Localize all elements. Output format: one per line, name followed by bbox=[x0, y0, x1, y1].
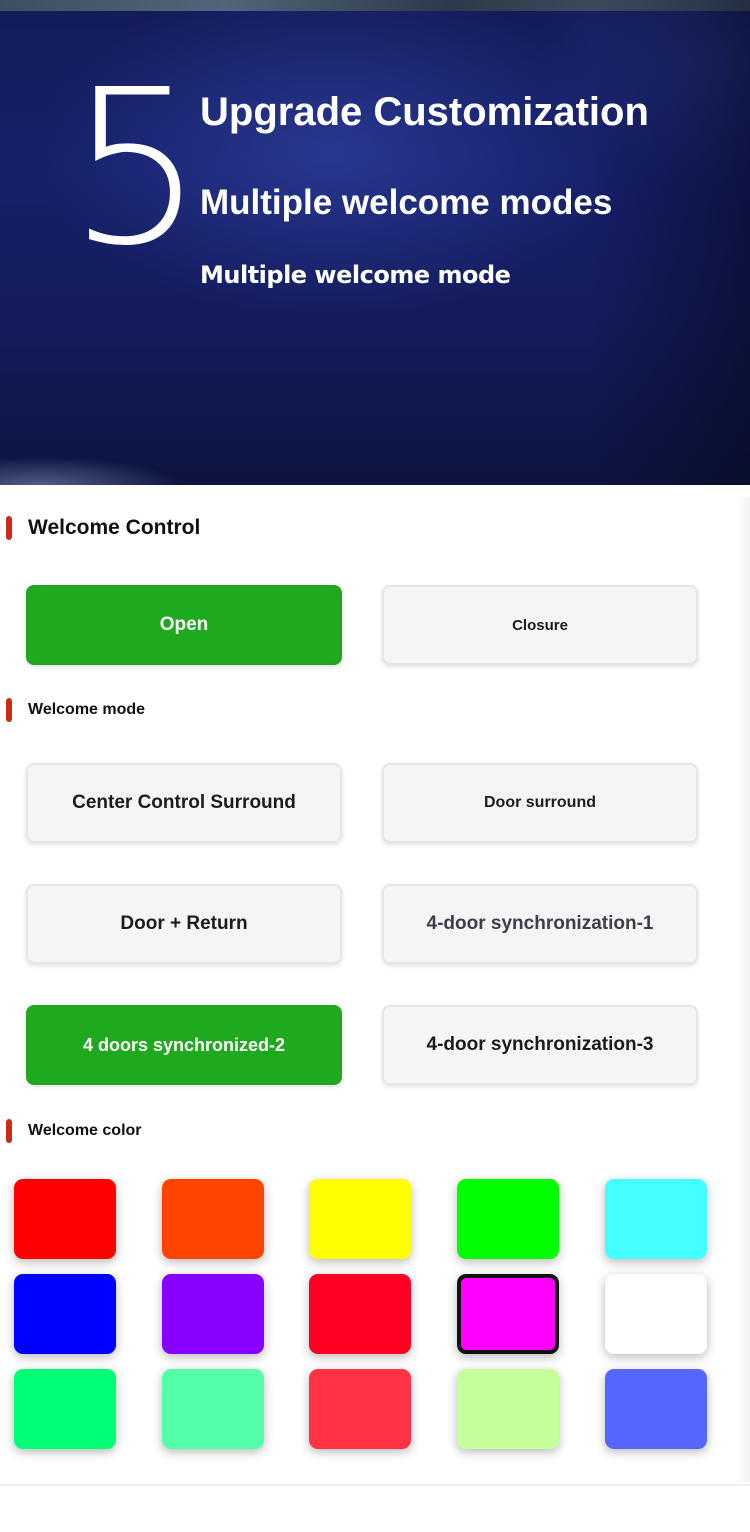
closure-button[interactable]: Closure bbox=[382, 585, 698, 665]
welcome-color-title: Welcome color bbox=[28, 1122, 142, 1139]
color-swatch[interactable] bbox=[162, 1369, 264, 1449]
color-swatch[interactable] bbox=[457, 1179, 559, 1259]
open-button[interactable]: Open bbox=[26, 585, 342, 665]
panel-edge bbox=[736, 497, 750, 1482]
closure-button-label: Closure bbox=[512, 616, 568, 634]
mode-button-label: Center Control Surround bbox=[72, 792, 296, 813]
divider bbox=[0, 1484, 750, 1486]
hero-title: Upgrade Customization bbox=[200, 90, 649, 134]
hero-number: 5 bbox=[68, 44, 204, 293]
section-marker bbox=[6, 1119, 12, 1143]
mode-button-label: Door surround bbox=[484, 794, 596, 811]
welcome-mode-header: Welcome mode bbox=[6, 697, 145, 723]
color-swatch[interactable] bbox=[309, 1179, 411, 1259]
mode-center-control-surround-button[interactable]: Center Control Surround bbox=[26, 763, 342, 843]
color-swatch[interactable] bbox=[162, 1274, 264, 1354]
welcome-color-header: Welcome color bbox=[6, 1118, 142, 1144]
color-swatch[interactable] bbox=[14, 1274, 116, 1354]
mode-door-return-button[interactable]: Door + Return bbox=[26, 884, 342, 964]
mode-button-label: 4-door synchronization-3 bbox=[426, 1034, 654, 1055]
section-marker bbox=[6, 516, 12, 540]
hero-subtitle-secondary: Multiple welcome mode bbox=[200, 261, 511, 289]
hero-subtitle: Multiple welcome modes bbox=[200, 183, 613, 222]
welcome-mode-title: Welcome mode bbox=[28, 701, 146, 718]
mode-door-surround-button[interactable]: Door surround bbox=[382, 763, 698, 843]
mode-button-label: Door + Return bbox=[120, 913, 248, 934]
color-swatch[interactable] bbox=[605, 1274, 707, 1354]
mode-4-door-sync-1-button[interactable]: 4-door synchronization-1 bbox=[382, 884, 698, 964]
welcome-control-title: Welcome Control bbox=[28, 516, 201, 539]
hero-banner: 5 Upgrade Customization Multiple welcome… bbox=[0, 0, 750, 485]
color-swatch[interactable] bbox=[162, 1179, 264, 1259]
mode-4-doors-sync-2-button[interactable]: 4 doors synchronized-2 bbox=[26, 1005, 342, 1085]
color-swatch[interactable] bbox=[14, 1369, 116, 1449]
mode-button-label: 4-door synchronization-1 bbox=[426, 913, 654, 934]
mode-4-door-sync-3-button[interactable]: 4-door synchronization-3 bbox=[382, 1005, 698, 1085]
open-button-label: Open bbox=[159, 614, 209, 635]
color-swatch[interactable] bbox=[14, 1179, 116, 1259]
hero-glow bbox=[0, 425, 260, 485]
color-swatch[interactable] bbox=[605, 1179, 707, 1259]
section-marker bbox=[6, 698, 12, 722]
welcome-control-header: Welcome Control bbox=[6, 515, 200, 541]
color-swatch[interactable] bbox=[309, 1369, 411, 1449]
mode-button-label: 4 doors synchronized-2 bbox=[82, 1034, 286, 1055]
color-swatch[interactable] bbox=[309, 1274, 411, 1354]
color-swatch[interactable] bbox=[605, 1369, 707, 1449]
color-swatch[interactable] bbox=[457, 1274, 559, 1354]
color-swatch[interactable] bbox=[457, 1369, 559, 1449]
hero-shade bbox=[590, 0, 750, 485]
